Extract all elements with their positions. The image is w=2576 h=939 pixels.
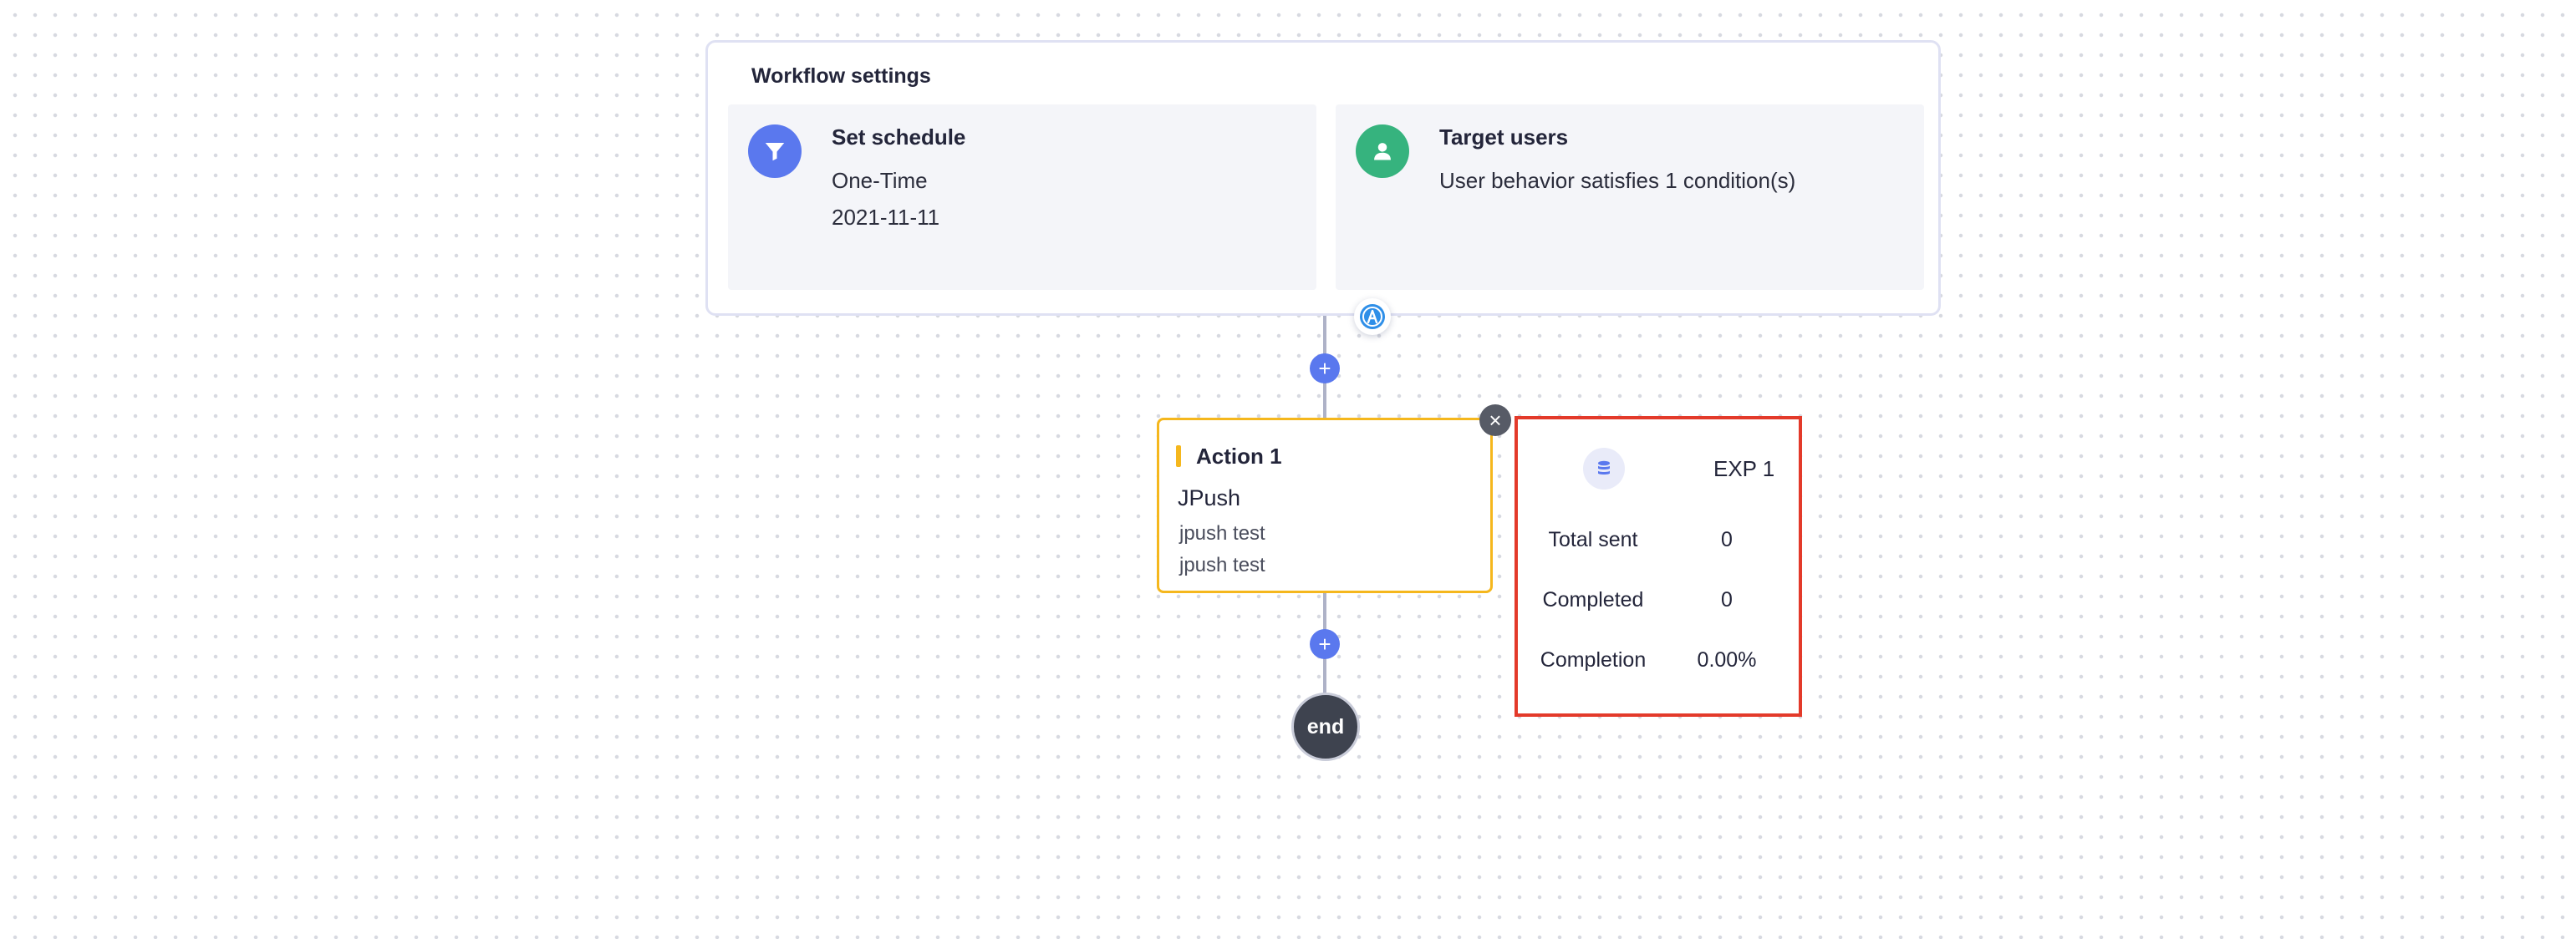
- user-icon: [1356, 124, 1409, 178]
- database-icon: [1583, 448, 1625, 490]
- a-badge-icon[interactable]: [1354, 298, 1391, 335]
- stat-label-completion: Completion: [1540, 648, 1647, 672]
- stat-label-completed: Completed: [1542, 588, 1644, 612]
- target-users-description: User behavior satisfies 1 condition(s): [1439, 168, 1796, 193]
- action-accent-bar: [1176, 445, 1181, 467]
- workflow-settings-title: Workflow settings: [751, 64, 931, 88]
- close-icon[interactable]: ×: [1479, 404, 1511, 436]
- stat-value-completed: 0: [1721, 588, 1733, 612]
- set-schedule-panel[interactable]: Set schedule One-Time 2021-11-11: [728, 104, 1316, 290]
- add-step-button[interactable]: +: [1310, 353, 1340, 383]
- schedule-type: One-Time: [832, 168, 928, 193]
- experiment-stats-box: EXP 1 Total sent 0 Completed 0 Completio…: [1515, 416, 1802, 717]
- filter-icon: [748, 124, 802, 178]
- set-schedule-heading: Set schedule: [832, 124, 966, 150]
- stat-value-completion: 0.00%: [1697, 648, 1757, 672]
- target-users-heading: Target users: [1439, 124, 1569, 150]
- add-step-button[interactable]: +: [1310, 629, 1340, 659]
- end-node: end: [1291, 693, 1360, 761]
- experiment-name: EXP 1: [1713, 456, 1775, 481]
- action-detail-line: jpush test: [1179, 522, 1265, 545]
- action-card[interactable]: Action 1 JPush jpush test jpush test: [1157, 418, 1493, 593]
- schedule-date: 2021-11-11: [832, 205, 940, 230]
- action-channel: JPush: [1178, 485, 1241, 510]
- stat-value-total-sent: 0: [1721, 528, 1733, 551]
- workflow-settings-card: Workflow settings Set schedule One-Time …: [705, 40, 1941, 316]
- target-users-panel[interactable]: Target users User behavior satisfies 1 c…: [1336, 104, 1924, 290]
- action-detail-line: jpush test: [1179, 554, 1265, 576]
- action-title: Action 1: [1196, 444, 1282, 469]
- stat-label-total-sent: Total sent: [1548, 528, 1638, 551]
